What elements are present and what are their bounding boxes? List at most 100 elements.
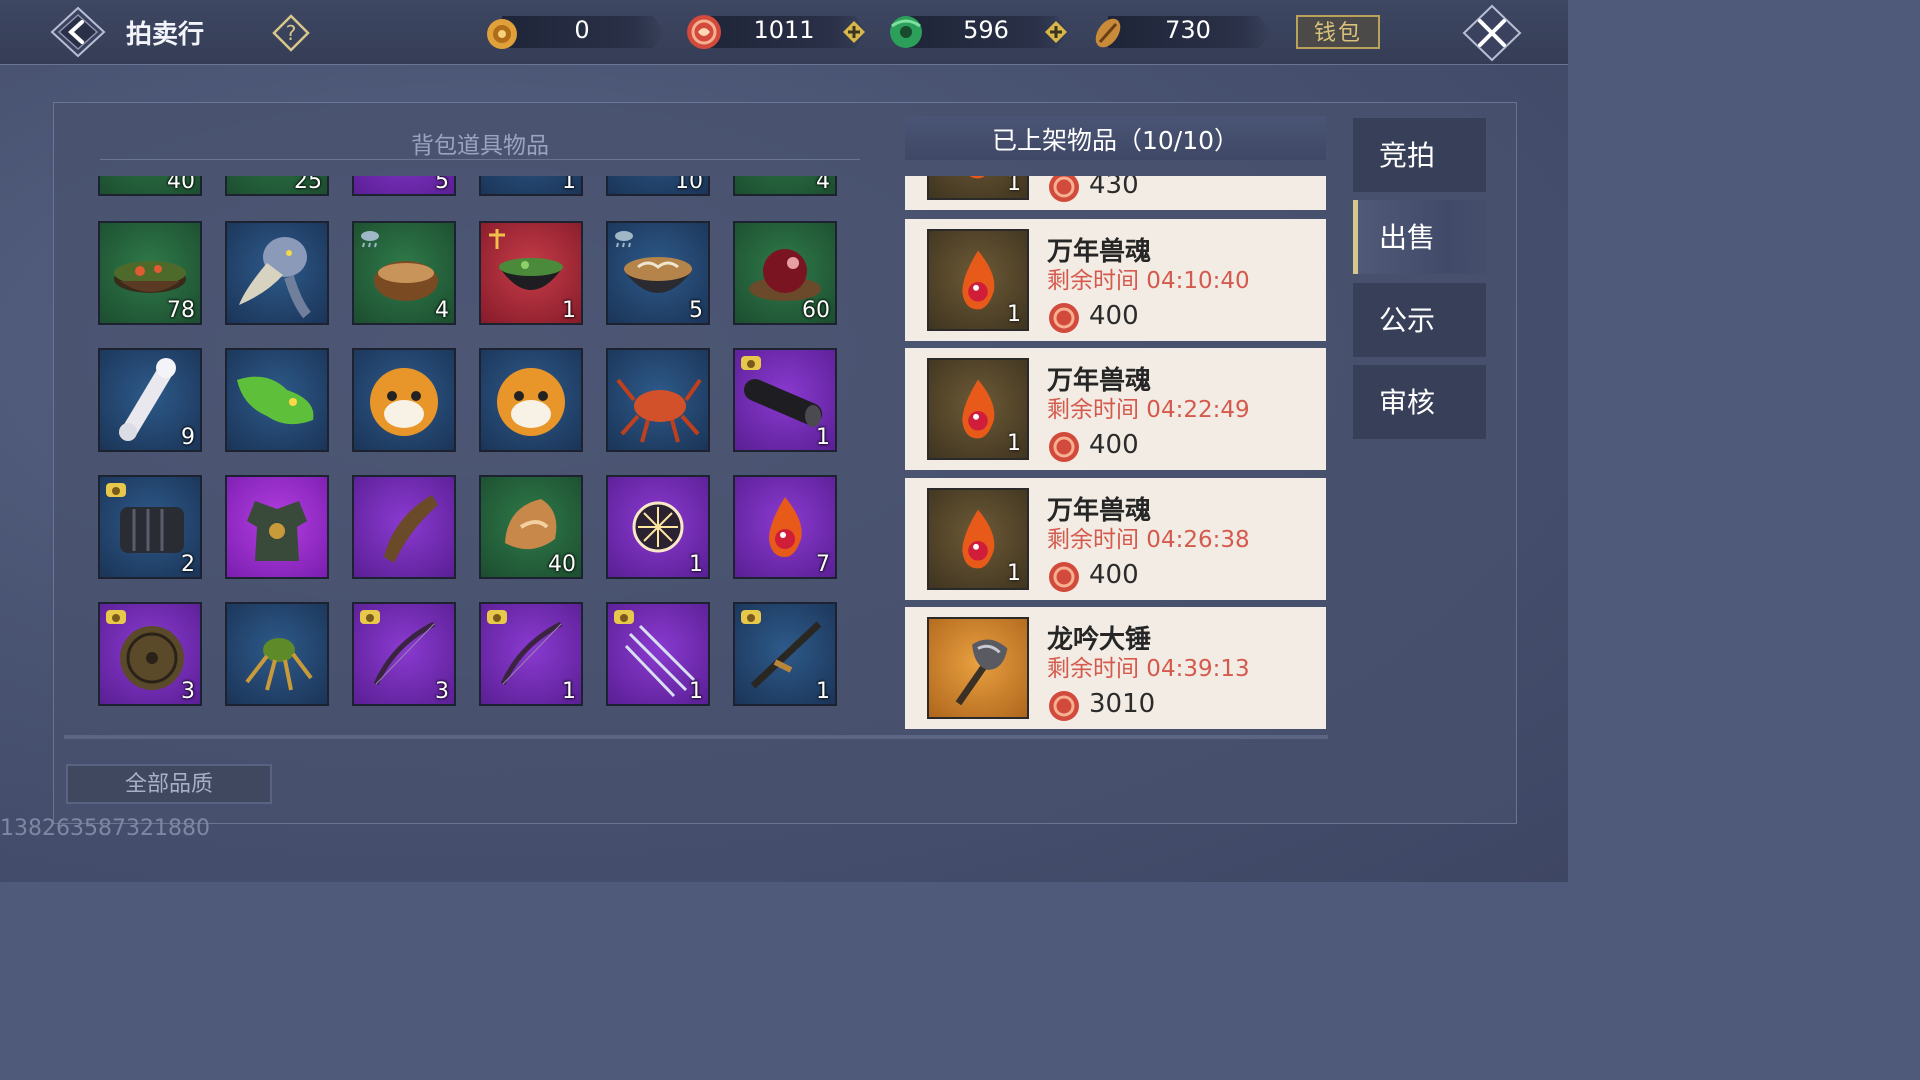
listing-thumb: 1 [927, 358, 1029, 460]
rain-badge-icon [615, 231, 633, 248]
listing-time: 剩余时间 04:26:38 [1047, 527, 1250, 553]
inventory-slot[interactable]: 2 [98, 475, 202, 579]
inventory-slot[interactable] [606, 348, 710, 452]
back-arrow-icon [50, 6, 106, 58]
inventory-slot[interactable]: 1 [606, 475, 710, 579]
equip-badge-icon [614, 610, 634, 624]
listing-thumb: 1 [927, 176, 1029, 200]
inventory-slot[interactable]: 78 [98, 221, 202, 325]
listings-title: 已上架物品（10/10） [905, 116, 1326, 160]
inventory-slot[interactable] [225, 602, 329, 706]
inventory-slot[interactable]: 25 [225, 176, 329, 196]
inventory-slot[interactable]: 3 [98, 602, 202, 706]
equip-badge-icon [106, 610, 126, 624]
help-icon: ? [272, 14, 310, 52]
equip-badge-icon [360, 610, 380, 624]
currency-value: 0 [574, 16, 590, 44]
inventory-slot[interactable] [225, 475, 329, 579]
shell-coin-icon [1095, 18, 1121, 48]
back-button[interactable] [50, 6, 106, 58]
equip-badge-icon [487, 610, 507, 624]
listing-thumb: 1 [927, 229, 1029, 331]
listing-price: 3010 [1089, 689, 1156, 719]
red-panda-icon [497, 368, 565, 436]
currency-jade: 596 [886, 12, 1076, 52]
listings-list[interactable]: 1 430 1 万年兽魂 剩余时间 04:10:40 400 1 万年兽魂 剩余… [905, 176, 1326, 736]
currency-value: 1011 [753, 16, 815, 44]
currency-shell-coin: 730 [1088, 12, 1272, 52]
inventory-slot[interactable]: 7 [733, 475, 837, 579]
add-currency-icon[interactable] [842, 20, 866, 44]
inventory-slot[interactable]: 10 [606, 176, 710, 196]
close-button[interactable] [1462, 4, 1522, 62]
inventory-slot[interactable]: 60 [733, 221, 837, 325]
war-hammer-icon [955, 639, 1008, 706]
inventory-grid[interactable]: 40 25 5 1 10 4 78 4 1 5 60 9 1 2 40 1 7 … [98, 176, 843, 736]
page-title: 拍卖行 [126, 20, 205, 50]
inventory-slot[interactable] [225, 221, 329, 325]
bronze-token-icon [487, 19, 517, 49]
close-icon [1462, 4, 1522, 62]
help-button[interactable]: ? [272, 14, 310, 52]
divider [100, 159, 860, 160]
wallet-button[interactable]: 钱包 [1296, 15, 1380, 49]
inventory-slot[interactable] [352, 348, 456, 452]
tab-review[interactable]: 审核 [1353, 365, 1486, 439]
jade-icon [890, 16, 922, 48]
red-coin-icon [1049, 303, 1079, 333]
inventory-slot[interactable] [479, 348, 583, 452]
buff-badge-icon [489, 229, 505, 249]
inventory-slot[interactable]: 1 [733, 348, 837, 452]
listing-entry[interactable]: 1 万年兽魂 剩余时间 04:22:49 400 [905, 348, 1326, 470]
red-panda-icon [370, 368, 438, 436]
listing-thumb: 1 [927, 488, 1029, 590]
listing-time: 剩余时间 04:22:49 [1047, 397, 1250, 423]
horn-icon [384, 495, 438, 563]
shoebill-bird-icon [239, 237, 311, 319]
inventory-slot[interactable]: 1 [733, 602, 837, 706]
currency-red-coin: 1011 [684, 12, 874, 52]
inventory-slot[interactable]: 3 [352, 602, 456, 706]
inventory-slot[interactable]: 5 [352, 176, 456, 196]
inventory-title: 背包道具物品 [411, 133, 549, 159]
listing-time: 剩余时间 04:10:40 [1047, 268, 1250, 294]
listing-entry[interactable]: 1 430 [905, 176, 1326, 210]
inventory-slot[interactable]: 4 [733, 176, 837, 196]
inventory-slot[interactable]: 4 [352, 221, 456, 325]
currency-bronze-token: 0 [482, 12, 666, 52]
tab-bidding[interactable]: 竞拍 [1353, 118, 1486, 192]
currency-value: 596 [963, 16, 1009, 44]
inventory-slot[interactable]: 5 [606, 221, 710, 325]
equip-badge-icon [741, 610, 761, 624]
red-coin-icon [1049, 691, 1079, 721]
rain-badge-icon [361, 231, 379, 248]
listing-entry[interactable]: 龙吟大锤 剩余时间 04:39:13 3010 [905, 607, 1326, 729]
inventory-slot[interactable]: 40 [98, 176, 202, 196]
svg-text:?: ? [286, 21, 297, 45]
red-coin-icon [687, 15, 721, 49]
red-coin-icon [1049, 562, 1079, 592]
red-coin-icon [1049, 176, 1079, 202]
listing-time: 剩余时间 04:39:13 [1047, 656, 1250, 682]
green-creature-icon [237, 376, 314, 425]
tab-announcement[interactable]: 公示 [1353, 283, 1486, 357]
spider-icon [245, 638, 313, 691]
crab-icon [616, 378, 702, 443]
inventory-slot[interactable] [352, 475, 456, 579]
inventory-slot[interactable]: 40 [479, 475, 583, 579]
listing-price: 400 [1089, 430, 1139, 460]
inventory-slot[interactable]: 9 [98, 348, 202, 452]
tab-sell[interactable]: 出售 [1353, 200, 1486, 274]
inventory-slot[interactable]: 1 [606, 602, 710, 706]
add-currency-icon[interactable] [1044, 20, 1068, 44]
equip-badge-icon [741, 356, 761, 370]
listing-entry[interactable]: 1 万年兽魂 剩余时间 04:26:38 400 [905, 478, 1326, 600]
inventory-slot[interactable]: 1 [479, 221, 583, 325]
inventory-slot[interactable]: 1 [479, 602, 583, 706]
listing-entry[interactable]: 1 万年兽魂 剩余时间 04:10:40 400 [905, 219, 1326, 341]
inventory-slot[interactable] [225, 348, 329, 452]
quality-filter-button[interactable]: 全部品质 [66, 764, 272, 804]
listing-thumb [927, 617, 1029, 719]
currency-value: 730 [1165, 16, 1211, 44]
inventory-slot[interactable]: 1 [479, 176, 583, 196]
